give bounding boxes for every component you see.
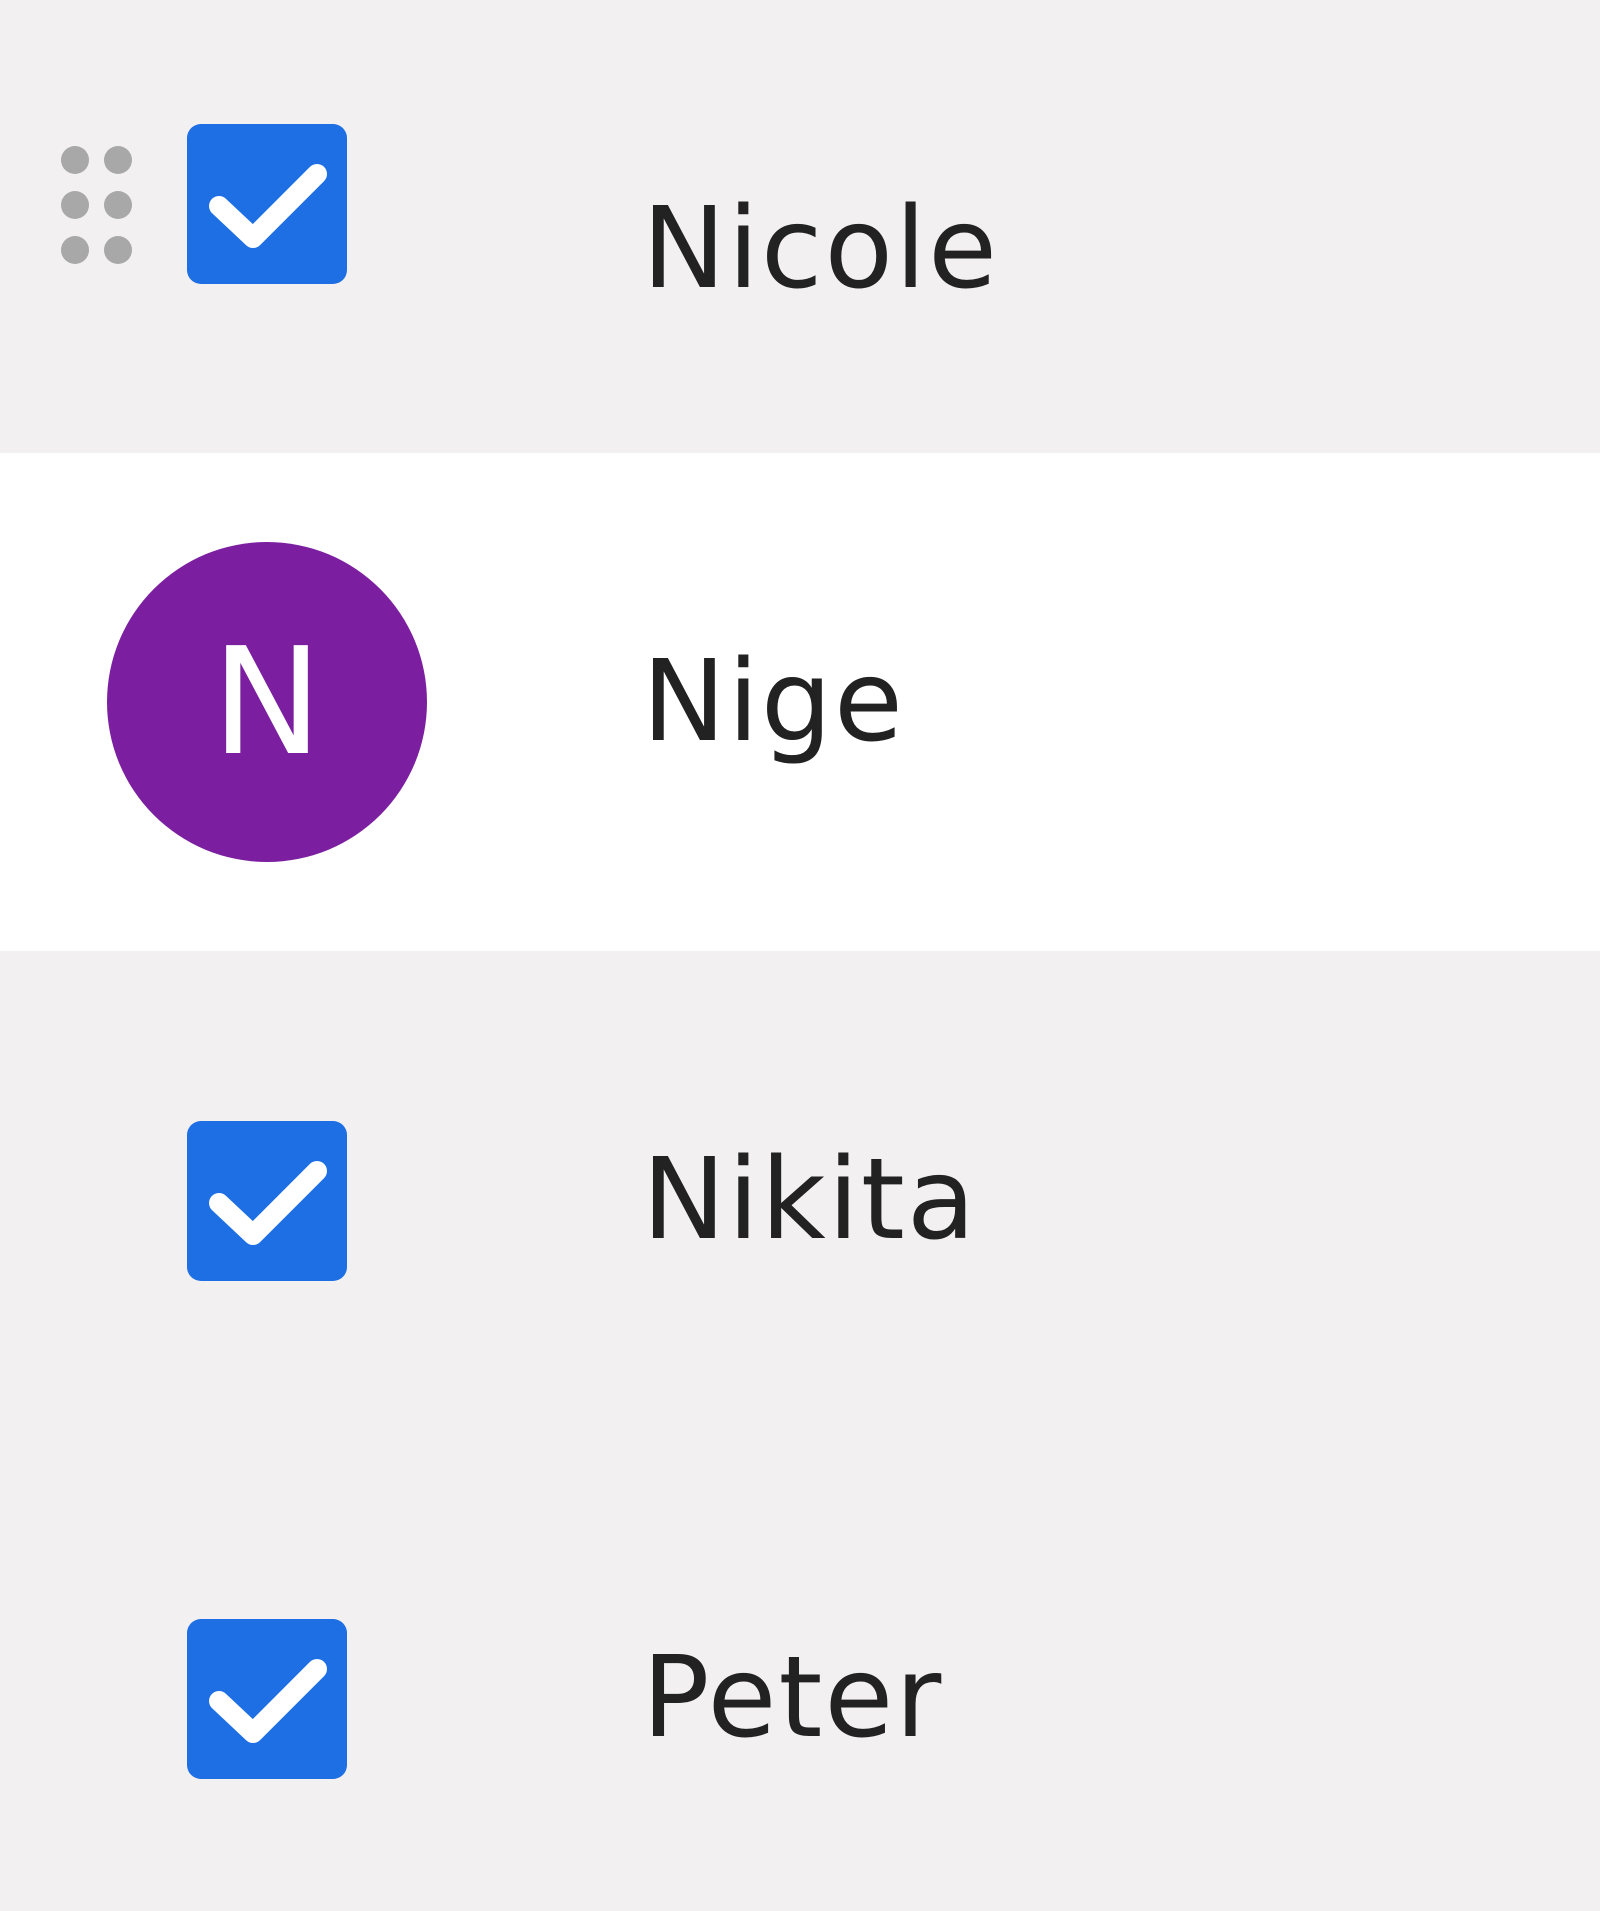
- checkmark-icon: [209, 1659, 327, 1743]
- contact-name: Peter: [642, 1633, 944, 1763]
- checkmark-icon: [209, 1161, 327, 1245]
- checkmark-icon: [209, 164, 327, 248]
- contact-row-nicole[interactable]: Nicole: [0, 0, 1600, 498]
- contact-name: Nicole: [642, 184, 1000, 314]
- contact-name: Nikita: [642, 1135, 978, 1265]
- contact-name: Nige: [642, 637, 905, 767]
- contact-row-nikita[interactable]: Nikita: [0, 951, 1600, 1449]
- checkbox-nicole[interactable]: [187, 124, 347, 284]
- avatar: N: [107, 542, 427, 862]
- drag-handle-icon[interactable]: [58, 141, 138, 269]
- contact-list: Nicole N Nige Nikita Peter: [0, 0, 1600, 1911]
- avatar-initial: N: [211, 616, 323, 788]
- contact-row-peter[interactable]: Peter: [0, 1449, 1600, 1911]
- checkbox-peter[interactable]: [187, 1619, 347, 1779]
- contact-row-nige[interactable]: N Nige: [0, 453, 1600, 951]
- checkbox-nikita[interactable]: [187, 1121, 347, 1281]
